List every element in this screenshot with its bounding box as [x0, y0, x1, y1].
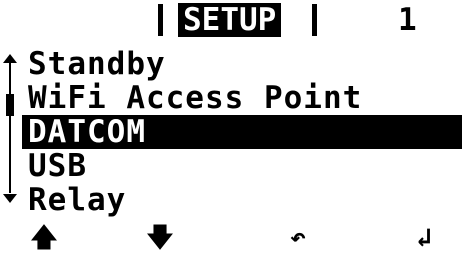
arrow-down-icon[interactable]: 🡇: [140, 225, 180, 251]
menu-item-standby[interactable]: Standby: [22, 47, 462, 81]
display-screen: SETUP 1 Standby WiFi Access Point DATCOM…: [0, 0, 462, 251]
menu-item-wifi-access-point[interactable]: WiFi Access Point: [22, 81, 462, 115]
scroll-indicator: [0, 46, 22, 220]
page-number: 1: [398, 2, 417, 38]
back-icon[interactable]: ↶: [278, 225, 318, 251]
menu-item-datcom[interactable]: DATCOM: [22, 115, 462, 149]
scroll-down-arrow-icon: [3, 194, 17, 203]
header-divider-right: [312, 4, 317, 36]
enter-icon[interactable]: ↲: [404, 225, 444, 251]
softkey-bar: 🡅 🡇 ↶ ↲: [0, 222, 462, 251]
header-divider-left: [158, 4, 163, 36]
menu-title: SETUP: [178, 3, 282, 37]
scroll-up-arrow-icon: [3, 54, 17, 63]
arrow-up-icon[interactable]: 🡅: [24, 225, 64, 251]
setup-menu: Standby WiFi Access Point DATCOM USB Rel…: [22, 47, 462, 217]
header: SETUP 1: [0, 0, 462, 38]
menu-item-usb[interactable]: USB: [22, 149, 462, 183]
menu-item-relay[interactable]: Relay: [22, 183, 462, 217]
scroll-track: [9, 63, 11, 193]
scroll-thumb: [6, 94, 14, 116]
